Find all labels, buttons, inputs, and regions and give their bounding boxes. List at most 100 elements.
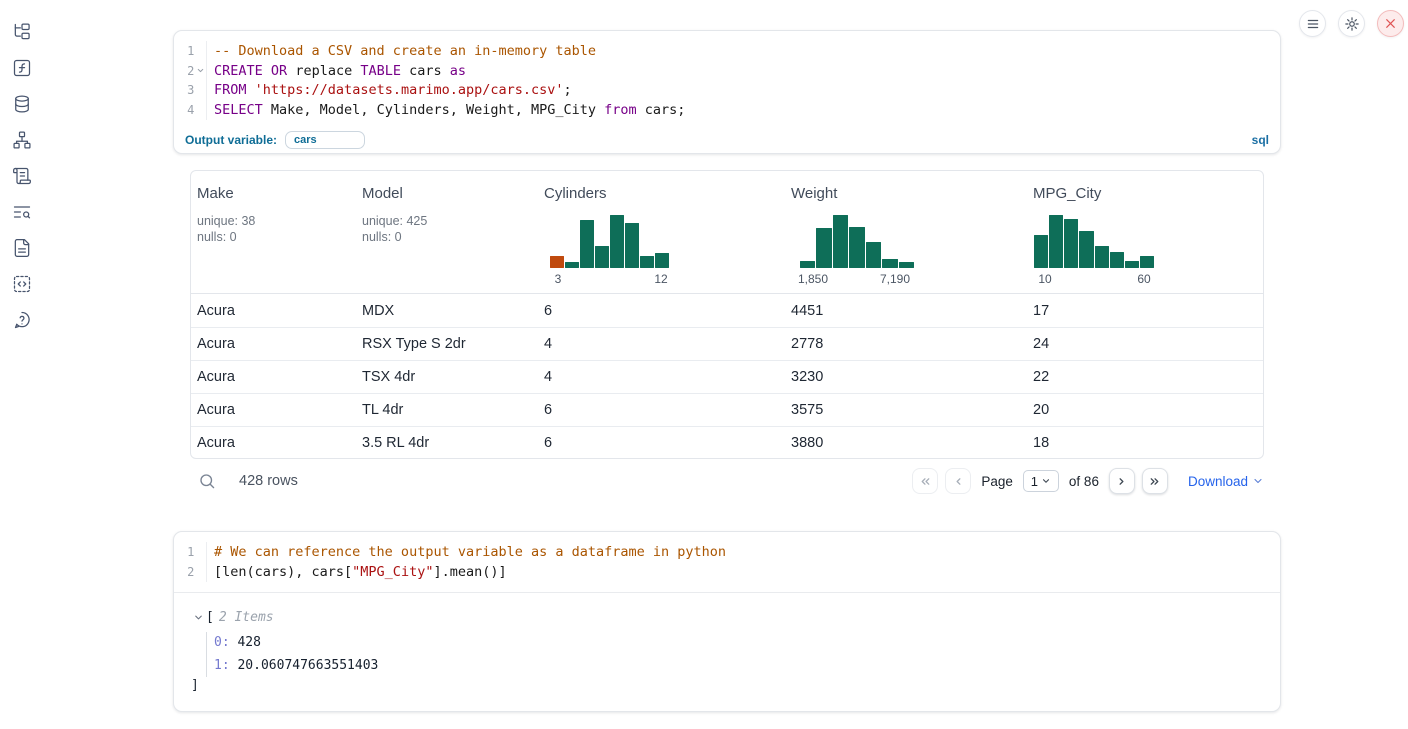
table-row: Acura3.5 RL 4dr6388018 (191, 426, 1263, 459)
column-stats-make: unique: 38nulls: 0 (197, 213, 255, 245)
histogram-bar (816, 228, 831, 268)
column-header-cylinders[interactable]: Cylinders (544, 185, 607, 202)
histogram-bar (1110, 252, 1124, 268)
documentation-icon[interactable] (0, 230, 44, 266)
next-page-button[interactable] (1109, 468, 1135, 494)
download-button[interactable]: Download (1188, 474, 1264, 489)
table-cell: 2778 (791, 336, 823, 352)
code-line: 2[len(cars), cars["MPG_City"].mean()] (174, 562, 1280, 582)
chevron-left-icon (952, 475, 965, 488)
table-cell: TL 4dr (362, 402, 403, 418)
column-stats-model: unique: 425nulls: 0 (362, 213, 427, 245)
table-cell: 6 (544, 435, 552, 451)
list-output-tree: [ 2 Items 0: 4281: 20.060747663551403 ] (174, 593, 1280, 693)
page-total-label: of 86 (1069, 474, 1099, 489)
table-row: AcuraMDX6445117 (191, 294, 1263, 327)
scratchpad-scroll-icon[interactable] (0, 158, 44, 194)
histogram-bar (595, 246, 609, 268)
histogram-bar (800, 261, 815, 268)
settings-button[interactable] (1338, 10, 1365, 37)
histogram-axis-mpg-city: 10 60 (1034, 272, 1154, 287)
histogram-mpg-city (1034, 215, 1154, 268)
column-header-make[interactable]: Make (197, 185, 234, 202)
sql-cell-footer: Output variable: sql (174, 126, 1280, 153)
notebook-main: 1-- Download a CSV and create an in-memo… (173, 0, 1281, 729)
dataframe-table: Make Model Cylinders Weight MPG_City uni… (190, 170, 1264, 459)
previous-page-button[interactable] (945, 468, 971, 494)
tree-item: 1: 20.060747663551403 (214, 654, 1280, 677)
language-badge[interactable]: sql (1252, 133, 1269, 147)
sql-code-editor[interactable]: 1-- Download a CSV and create an in-memo… (174, 31, 1280, 120)
chevron-down-icon (1252, 475, 1264, 487)
code-line: 4SELECT Make, Model, Cylinders, Weight, … (174, 100, 1280, 120)
histogram-weight (800, 215, 914, 268)
table-cell: 22 (1033, 369, 1049, 385)
tree-collapse-toggle[interactable] (193, 612, 204, 623)
menu-button[interactable] (1299, 10, 1326, 37)
page-label: Page (981, 474, 1013, 489)
column-header-weight[interactable]: Weight (791, 185, 837, 202)
histogram-bar (580, 220, 594, 268)
chevron-down-icon (193, 612, 204, 623)
table-header: Make Model Cylinders Weight MPG_City uni… (191, 171, 1263, 294)
last-page-button[interactable] (1142, 468, 1168, 494)
bracket-open: [ (206, 610, 214, 625)
bracket-close: ] (191, 678, 1280, 693)
histogram-bar (1095, 246, 1109, 268)
histogram-bar (899, 262, 914, 268)
download-label: Download (1188, 474, 1248, 489)
table-cell: 3230 (791, 369, 823, 385)
table-row: AcuraTSX 4dr4323022 (191, 360, 1263, 393)
logs-search-icon[interactable] (0, 194, 44, 230)
dependency-graph-icon[interactable] (0, 122, 44, 158)
table-cell: Acura (197, 402, 235, 418)
chevrons-left-icon (919, 475, 932, 488)
snippets-icon[interactable] (0, 266, 44, 302)
table-cell: Acura (197, 336, 235, 352)
pagination: Page 1 of 86 Download (912, 468, 1264, 494)
output-variable-input[interactable] (285, 131, 365, 149)
histogram-axis-weight: 1,850 7,190 (800, 272, 914, 287)
histogram-bar (625, 223, 639, 268)
table-cell: Acura (197, 369, 235, 385)
functions-icon[interactable] (0, 50, 44, 86)
notebook-actions (1299, 10, 1404, 37)
table-cell: 4451 (791, 303, 823, 319)
table-cell: Acura (197, 435, 235, 451)
table-cell: 6 (544, 402, 552, 418)
histogram-bar (882, 259, 897, 268)
table-row: AcuraRSX Type S 2dr4277824 (191, 327, 1263, 360)
table-row: AcuraTL 4dr6357520 (191, 393, 1263, 426)
first-page-button[interactable] (912, 468, 938, 494)
histogram-bar (833, 215, 848, 268)
table-cell: Acura (197, 303, 235, 319)
output-variable-label: Output variable: (185, 133, 277, 147)
chevron-right-icon (1115, 475, 1128, 488)
python-code-editor[interactable]: 1# We can reference the output variable … (174, 532, 1280, 582)
table-cell: 3575 (791, 402, 823, 418)
column-header-model[interactable]: Model (362, 185, 403, 202)
table-cell: MDX (362, 303, 394, 319)
column-header-mpg-city[interactable]: MPG_City (1033, 185, 1101, 202)
marimo-notebook: 1-- Download a CSV and create an in-memo… (0, 0, 1408, 729)
table-cell: 18 (1033, 435, 1049, 451)
search-icon (198, 472, 216, 490)
database-icon[interactable] (0, 86, 44, 122)
page-select-value: 1 (1031, 474, 1038, 489)
search-button[interactable] (190, 472, 216, 490)
page-select[interactable]: 1 (1023, 470, 1059, 492)
histogram-bar (1034, 235, 1048, 268)
shutdown-button[interactable] (1377, 10, 1404, 37)
table-cell: 4 (544, 369, 552, 385)
row-count: 428 rows (239, 473, 298, 489)
table-body: Acura MDX 6 4451 17 AcuraRSX Type S 2dr427782… (191, 294, 1263, 459)
histogram-bar (655, 253, 669, 268)
help-icon[interactable] (0, 302, 44, 338)
code-line: 1# We can reference the output variable … (174, 542, 1280, 562)
table-cell: 3880 (791, 435, 823, 451)
gear-icon (1344, 16, 1360, 32)
code-line: 3FROM 'https://datasets.marimo.app/cars.… (174, 81, 1280, 101)
file-explorer-icon[interactable] (0, 14, 44, 50)
table-cell: 17 (1033, 303, 1049, 319)
histogram-bar (1125, 261, 1139, 268)
